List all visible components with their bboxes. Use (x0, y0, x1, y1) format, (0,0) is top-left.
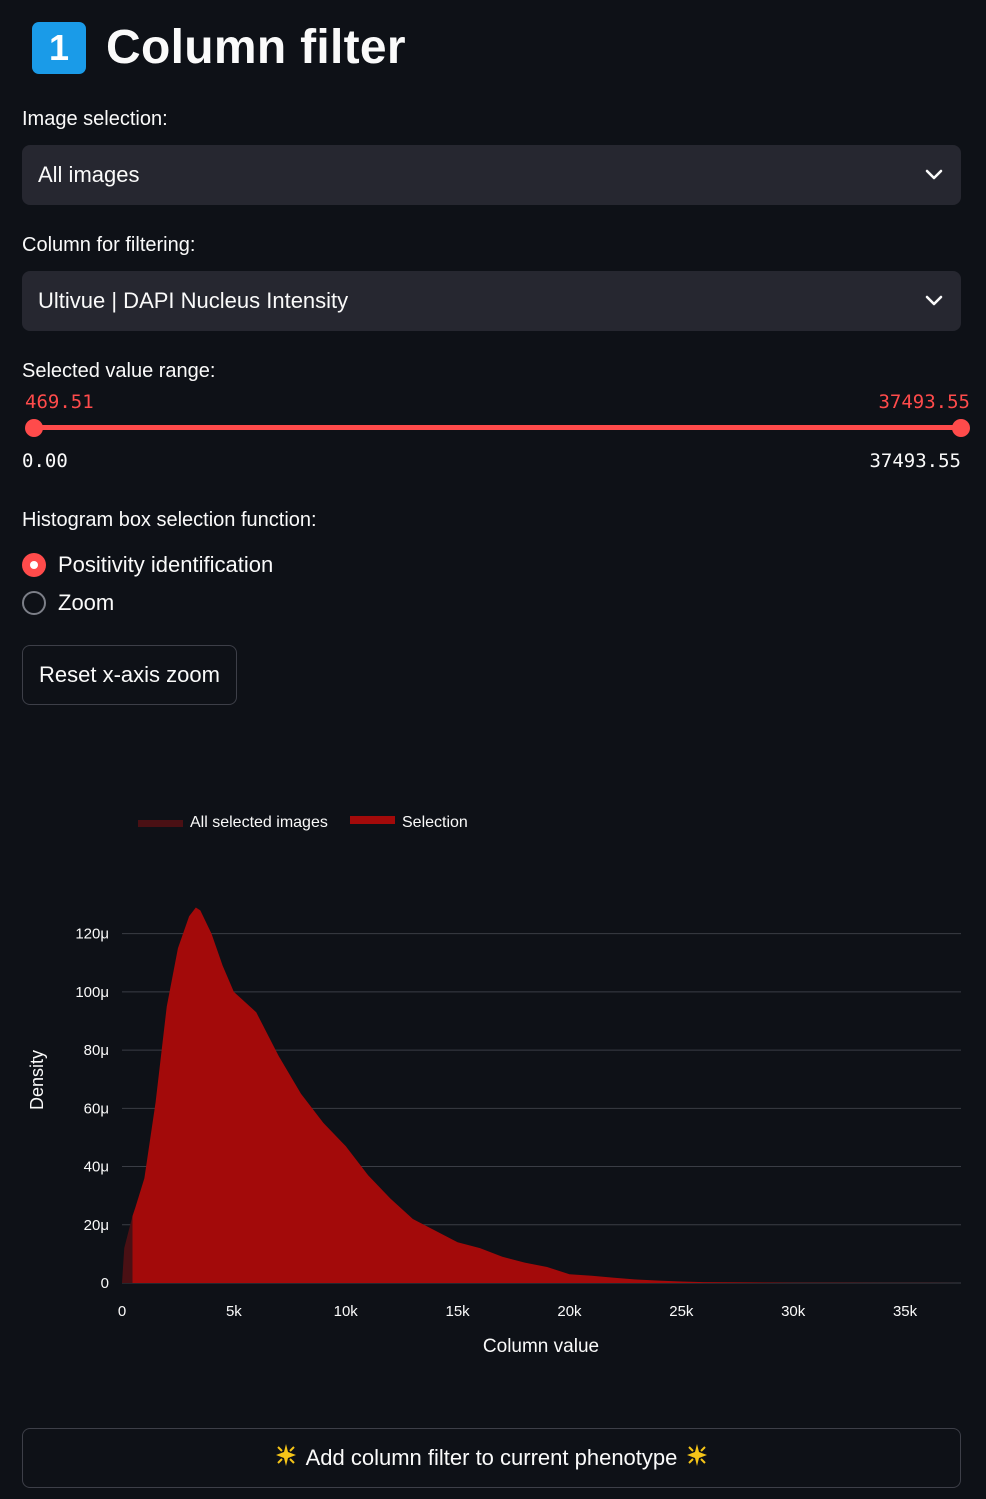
reset-x-axis-zoom-button[interactable]: Reset x-axis zoom (22, 645, 237, 705)
add-column-filter-label: Add column filter to current phenotype (305, 1445, 678, 1470)
step-number-badge: 1 (32, 21, 86, 74)
range-slider-low-thumb[interactable] (25, 419, 43, 437)
range-slider-high-thumb[interactable] (952, 419, 970, 437)
column-filter-label: Column for filtering: (22, 234, 196, 256)
y-tick-label: 60μ (84, 1100, 109, 1117)
range-min-label: 0.00 (22, 450, 68, 472)
x-tick-label: 0 (118, 1303, 126, 1320)
x-tick-label: 30k (781, 1303, 806, 1320)
chart-areas (122, 907, 961, 1283)
chart-legend[interactable]: All selected images Selection (138, 814, 468, 831)
y-tick-label: 20μ (84, 1217, 109, 1234)
value-range-label: Selected value range: (22, 360, 216, 382)
x-tick-label: 35k (893, 1303, 918, 1320)
legend-label-all: All selected images (190, 814, 328, 831)
chevron-down-icon (923, 290, 945, 312)
range-max-label: 37493.55 (869, 450, 961, 472)
add-column-filter-button[interactable]: Add column filter to current phenotype (22, 1428, 961, 1488)
density-histogram-chart[interactable]: All selected images Selection 0 20μ 40μ 60μ… (0, 760, 986, 1400)
x-tick-label: 20k (557, 1303, 582, 1320)
range-high-value: 37493.55 (878, 391, 970, 413)
y-axis-title: Density (27, 1050, 47, 1110)
y-tick-label: 100μ (75, 984, 109, 1001)
sparkle-icon (685, 1443, 709, 1473)
legend-label-selection: Selection (402, 814, 468, 831)
legend-item-all-selected-images[interactable]: All selected images (138, 814, 328, 831)
histogram-mode-label: Histogram box selection function: (22, 509, 317, 531)
radio-positivity-identification[interactable]: Positivity identification (22, 552, 273, 578)
y-axis-ticks: 0 20μ 40μ 60μ 80μ 100μ 120μ (75, 926, 109, 1292)
x-tick-label: 10k (334, 1303, 359, 1320)
y-tick-label: 40μ (84, 1159, 109, 1176)
radio-zoom[interactable]: Zoom (22, 590, 114, 616)
column-filter-value: Ultivue | DAPI Nucleus Intensity (38, 288, 349, 313)
page-header: 1 Column filter (32, 20, 406, 75)
page-title: Column filter (106, 21, 406, 74)
y-tick-label: 0 (101, 1275, 109, 1292)
radio-unselected-icon[interactable] (22, 591, 46, 615)
x-tick-label: 25k (669, 1303, 694, 1320)
x-axis-title: Column value (483, 1336, 599, 1357)
range-slider-track[interactable] (33, 425, 961, 430)
x-tick-label: 15k (446, 1303, 471, 1320)
x-tick-label: 5k (226, 1303, 242, 1320)
x-axis-ticks: 0 5k 10k 15k 20k 25k 30k 35k (118, 1303, 918, 1320)
area-selection (132, 907, 961, 1283)
y-tick-label: 120μ (75, 926, 109, 943)
chevron-down-icon (923, 164, 945, 186)
area-all-selected-images (122, 1216, 133, 1283)
radio-option-label: Zoom (58, 590, 115, 615)
legend-swatch-selection (350, 816, 395, 824)
sparkle-icon (274, 1443, 298, 1473)
y-tick-label: 80μ (84, 1042, 109, 1059)
image-selection-dropdown[interactable]: All images (22, 145, 961, 205)
legend-item-selection[interactable]: Selection (350, 814, 468, 831)
legend-swatch-all (138, 820, 183, 827)
image-selection-label: Image selection: (22, 108, 168, 130)
range-low-value: 469.51 (25, 391, 94, 413)
image-selection-value: All images (38, 162, 140, 187)
radio-selected-icon[interactable] (22, 553, 46, 577)
radio-option-label: Positivity identification (58, 552, 274, 577)
column-filter-dropdown[interactable]: Ultivue | DAPI Nucleus Intensity (22, 271, 961, 331)
